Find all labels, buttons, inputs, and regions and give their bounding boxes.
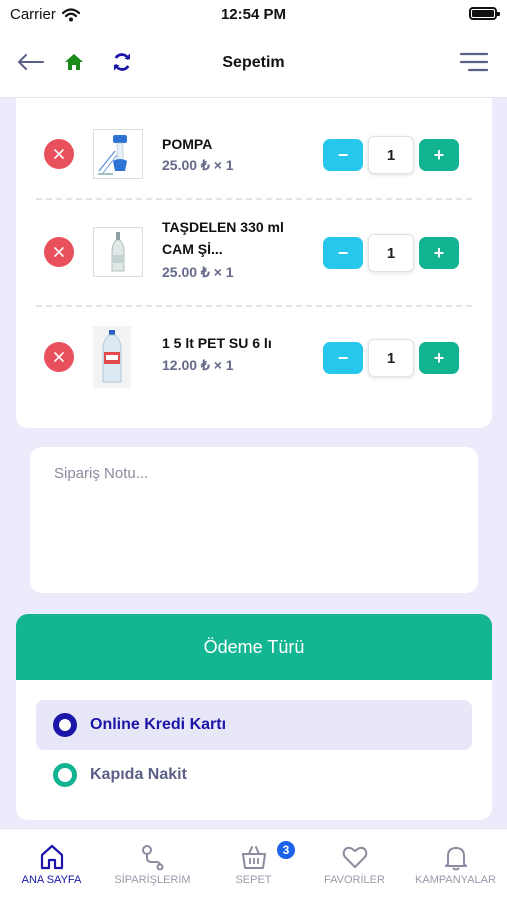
quantity-field[interactable]: 1: [368, 136, 414, 174]
close-icon: [54, 352, 64, 362]
tab-campaigns[interactable]: KAMPANYALAR: [405, 829, 506, 900]
cart-items-card: POMPA 25.00 ₺ × 1 − 1 + TAŞDELEN 330 ml …: [16, 98, 492, 428]
menu-icon[interactable]: [458, 49, 490, 75]
close-icon: [54, 149, 64, 159]
increase-quantity-button[interactable]: +: [419, 237, 459, 269]
payment-option-label: Online Kredi Kartı: [90, 716, 227, 733]
tab-favorites[interactable]: FAVORİLER: [304, 829, 405, 900]
bottom-tab-bar: ANA SAYFA SİPARİŞLERİM 3 SEPET FAVORİLER…: [0, 828, 507, 900]
tab-label: FAVORİLER: [324, 874, 385, 886]
order-note-input[interactable]: [54, 465, 454, 575]
increase-quantity-button[interactable]: +: [419, 342, 459, 374]
cart-item: 1 5 lt PET SU 6 lı 12.00 ₺ × 1 − 1 +: [16, 307, 492, 407]
water-pump-image: [98, 135, 127, 175]
product-name: 1 5 lt PET SU 6 lı: [162, 335, 272, 351]
radio-selected-icon[interactable]: [53, 713, 77, 737]
cart-item: POMPA 25.00 ₺ × 1 − 1 +: [16, 104, 492, 204]
product-image: [93, 227, 143, 277]
heart-icon: [342, 846, 368, 868]
quantity-field[interactable]: 1: [368, 234, 414, 272]
payment-option-cash-on-delivery[interactable]: Kapıda Nakit: [36, 750, 472, 800]
basket-count-badge: 3: [275, 839, 297, 861]
radio-unselected-icon[interactable]: [53, 763, 77, 787]
tab-label: SEPET: [235, 874, 272, 886]
pet-bottle-image: [102, 330, 122, 383]
payment-option-label: Kapıda Nakit: [90, 766, 187, 783]
product-name: TAŞDELEN 330 ml: [162, 219, 284, 235]
product-price: 12.00 ₺ × 1: [162, 357, 234, 373]
cart-item: TAŞDELEN 330 ml CAM Şİ... 25.00 ₺ × 1 − …: [16, 202, 492, 302]
payment-option-online-credit-card[interactable]: Online Kredi Kartı: [36, 700, 472, 750]
route-icon: [142, 845, 164, 871]
status-time: 12:54 PM: [220, 6, 287, 23]
product-image: [93, 326, 131, 388]
tab-basket[interactable]: 3 SEPET: [203, 829, 304, 900]
basket-icon: [242, 846, 266, 869]
tab-label: SİPARİŞLERİM: [114, 874, 191, 886]
top-navigation-bar: Sepetim: [0, 30, 507, 98]
page-title: Sepetim: [222, 54, 285, 71]
item-divider: [36, 198, 472, 200]
product-name-line2: CAM Şİ...: [162, 241, 223, 257]
decrease-quantity-button[interactable]: −: [323, 342, 363, 374]
decrease-quantity-button[interactable]: −: [323, 139, 363, 171]
tab-orders[interactable]: SİPARİŞLERİM: [102, 829, 203, 900]
decrease-quantity-button[interactable]: −: [323, 237, 363, 269]
close-icon: [54, 247, 64, 257]
payment-type-title: Ödeme Türü: [16, 614, 492, 680]
product-price: 25.00 ₺ × 1: [162, 157, 234, 173]
home-icon: [40, 844, 64, 870]
battery-icon: [469, 7, 500, 20]
order-note-card: [30, 447, 478, 593]
product-image: [93, 129, 143, 179]
tab-label: KAMPANYALAR: [415, 874, 496, 886]
tab-label: ANA SAYFA: [21, 874, 82, 886]
product-name: POMPA: [162, 136, 213, 152]
product-price: 25.00 ₺ × 1: [162, 264, 234, 280]
remove-item-button[interactable]: [44, 237, 74, 267]
tab-home[interactable]: ANA SAYFA: [1, 829, 102, 900]
payment-type-card: Ödeme Türü Online Kredi Kartı Kapıda Nak…: [16, 614, 492, 820]
quantity-field[interactable]: 1: [368, 339, 414, 377]
increase-quantity-button[interactable]: +: [419, 139, 459, 171]
glass-bottle-image: [111, 232, 125, 272]
remove-item-button[interactable]: [44, 342, 74, 372]
bell-icon: [445, 847, 467, 871]
status-bar: Carrier 12:54 PM: [0, 0, 507, 30]
remove-item-button[interactable]: [44, 139, 74, 169]
